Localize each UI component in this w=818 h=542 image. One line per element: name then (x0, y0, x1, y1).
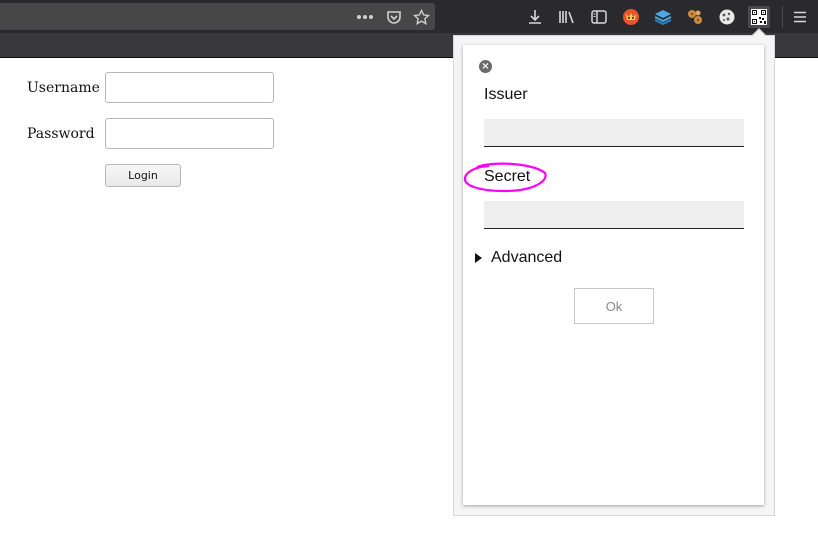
page-actions-icon[interactable] (354, 6, 376, 28)
issuer-input[interactable] (484, 119, 744, 147)
sidebar-icon[interactable] (588, 6, 610, 28)
username-input[interactable] (105, 72, 274, 103)
extension-popup: × Issuer Secret Advanced Ok (463, 45, 764, 505)
toolbar-separator (782, 6, 783, 28)
login-button[interactable]: Login (105, 164, 181, 187)
cookie-autodelete-icon[interactable] (716, 6, 738, 28)
browser-toolbar (0, 0, 818, 33)
advanced-toggle[interactable]: Advanced (475, 249, 562, 267)
password-input[interactable] (105, 118, 274, 149)
bookmark-star-icon[interactable] (410, 6, 432, 28)
secret-label: Secret (484, 168, 531, 185)
advanced-label: Advanced (491, 249, 563, 266)
qr-code-icon[interactable] (748, 6, 770, 28)
layers-extension-icon[interactable] (652, 6, 674, 28)
cookie-extension-icon[interactable] (684, 6, 706, 28)
ok-button[interactable]: Ok (574, 288, 654, 324)
pocket-icon[interactable] (383, 6, 405, 28)
issuer-label: Issuer (484, 86, 528, 103)
popup-arrow-inner (752, 30, 766, 37)
close-icon[interactable]: × (479, 60, 492, 73)
disclosure-triangle-icon (475, 253, 482, 263)
username-label: Username (27, 80, 100, 96)
hamburger-menu-icon[interactable] (789, 6, 811, 28)
fox-extension-icon[interactable] (620, 6, 642, 28)
library-icon[interactable] (556, 6, 578, 28)
password-label: Password (27, 126, 95, 142)
downloads-icon[interactable] (524, 6, 546, 28)
secret-input[interactable] (484, 201, 744, 229)
url-bar[interactable] (0, 3, 435, 30)
